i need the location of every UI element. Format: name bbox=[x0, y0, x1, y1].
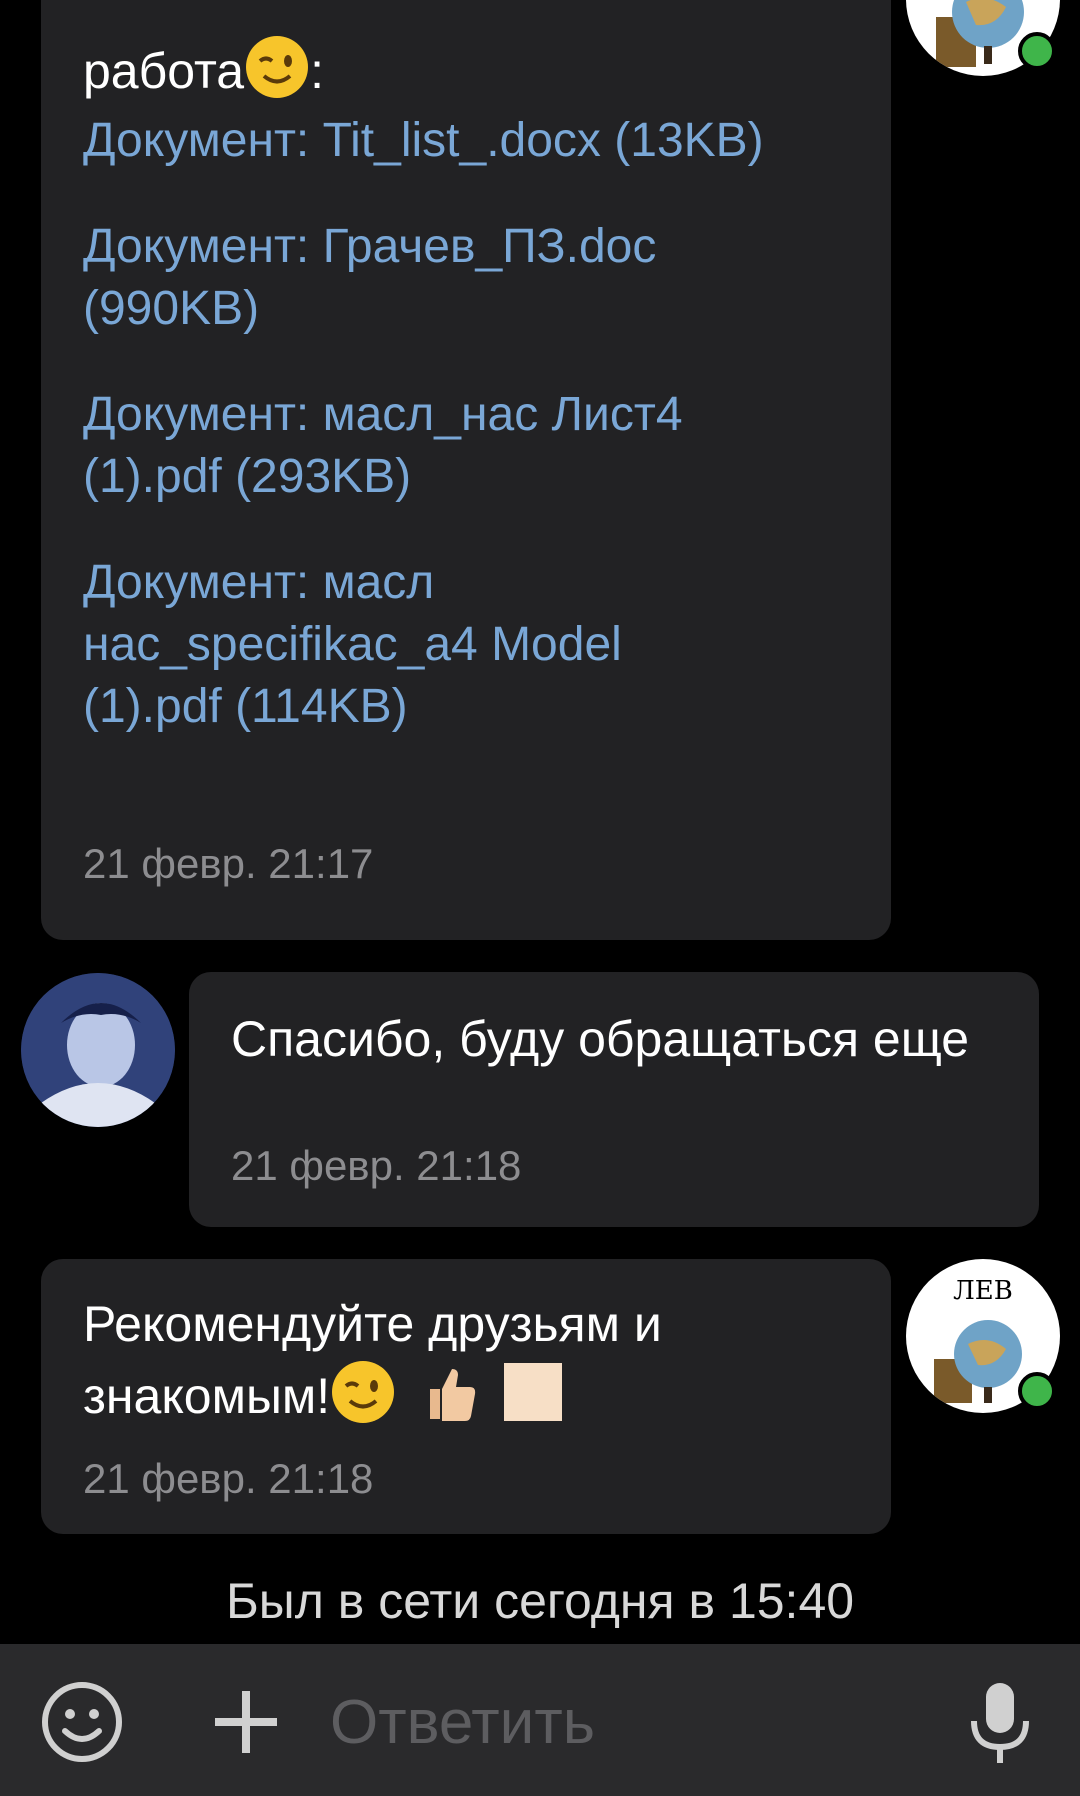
message-time: 21 февр. 21:18 bbox=[83, 1455, 374, 1502]
logo-text: ЛЕВ bbox=[953, 1276, 1013, 1306]
message-text: работа : bbox=[83, 34, 324, 116]
smiley-icon[interactable] bbox=[40, 1680, 124, 1764]
skin-tone-block-icon bbox=[502, 1361, 564, 1439]
message-time: 21 февр. 21:18 bbox=[231, 1142, 522, 1189]
document-link[interactable]: Документ: Грачев_ПЗ.doc (990KB) bbox=[83, 216, 803, 340]
user-avatar[interactable] bbox=[21, 973, 175, 1127]
person-photo-icon bbox=[21, 973, 175, 1127]
online-indicator bbox=[1018, 32, 1056, 70]
document-link[interactable]: Документ: Tit_list_.docx (13KB) bbox=[83, 110, 803, 172]
plus-icon[interactable] bbox=[208, 1684, 284, 1760]
composer-bar bbox=[0, 1644, 1080, 1796]
message-time: 21 февр. 21:17 bbox=[83, 840, 374, 887]
wink-emoji-icon bbox=[244, 34, 310, 116]
message-bubble-documents: работа : Документ: Tit_list_.docx (13KB)… bbox=[41, 0, 891, 940]
message-text: Спасибо, буду обращаться еще bbox=[231, 1011, 970, 1067]
message-bubble-outgoing: Рекомендуйте друзьям и знакомым! 21 февр… bbox=[41, 1259, 891, 1534]
online-indicator bbox=[1018, 1372, 1056, 1410]
message-text: Рекомендуйте друзьям и знакомым! bbox=[83, 1291, 843, 1441]
last-seen-status: Был в сети сегодня в 15:40 bbox=[225, 1573, 855, 1629]
message-bubble-incoming: Спасибо, буду обращаться еще 21 февр. 21… bbox=[189, 972, 1039, 1227]
document-link[interactable]: Документ: масл нас_specifikac_a4 Model (… bbox=[83, 552, 703, 738]
reply-input[interactable] bbox=[330, 1682, 930, 1762]
microphone-icon[interactable] bbox=[960, 1678, 1040, 1768]
wink-emoji-icon bbox=[330, 1359, 396, 1441]
document-link[interactable]: Документ: масл_нас Лист4 (1).pdf (293KB) bbox=[83, 384, 783, 508]
thumbs-up-icon bbox=[416, 1359, 482, 1441]
